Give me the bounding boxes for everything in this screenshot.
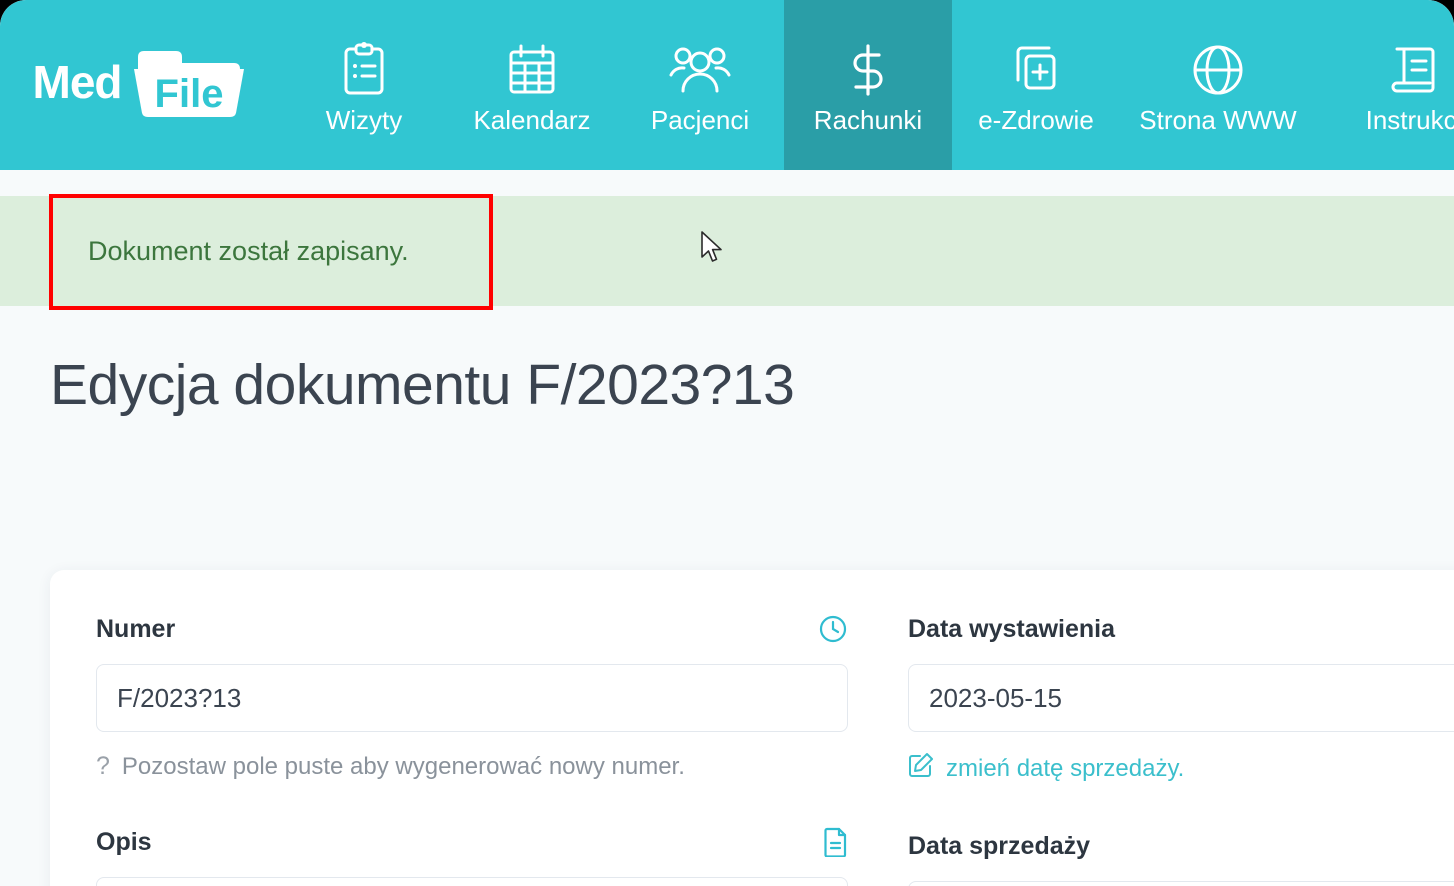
users-icon [669,42,731,98]
field-data-sprzedazy: Data sprzedaży [908,829,1454,886]
field-numer-header: Numer [96,612,848,646]
brand-text-file: File [154,72,223,116]
nav-label: Kalendarz [473,104,591,135]
clipboard-list-icon [341,41,387,98]
numer-hint: ? Pozostaw pole puste aby wygenerować no… [96,752,848,781]
question-mark-icon: ? [96,752,110,780]
globe-icon [1191,42,1245,98]
book-icon [1388,42,1440,98]
nav-label: Wizyty [325,104,403,135]
nav-label: Rachunki [813,104,923,135]
field-label: Data sprzedaży [908,831,1091,860]
brand-logo[interactable]: Med File [0,0,280,170]
field-data-wystawienia: Data wystawienia 2023-05-15 zmień datę s… [908,612,1454,785]
numer-hint-text: Pozostaw pole puste aby wygenerować nowy… [121,752,685,780]
nav-label: Instrukcj [1365,104,1454,135]
form-column-left: Numer F/2023?13 ? Pozostaw pole puste ab… [96,612,848,886]
field-opis-header: Opis [96,825,848,859]
nav-item-rachunki[interactable]: Rachunki [784,0,952,170]
dollar-sign-icon [848,42,888,98]
document-edit-card: Numer F/2023?13 ? Pozostaw pole puste ab… [50,570,1454,886]
opis-input[interactable] [96,877,848,886]
success-alert: Dokument został zapisany. [0,196,1454,306]
field-numer: Numer F/2023?13 ? Pozostaw pole puste ab… [96,612,848,781]
field-label: Data wystawienia [908,614,1116,643]
clock-icon[interactable] [818,614,848,644]
field-data-wystawienia-header: Data wystawienia [908,612,1454,646]
data-wystawienia-input[interactable]: 2023-05-15 [908,664,1454,732]
field-opis: Opis [96,825,848,886]
nav-item-strona-www[interactable]: Strona WWW [1120,0,1316,170]
data-sprzedazy-input[interactable] [908,881,1454,886]
field-label: Numer [96,614,176,643]
nav-item-e-zdrowie[interactable]: e-Zdrowie [952,0,1120,170]
edit-icon [908,752,934,785]
form-grid: Numer F/2023?13 ? Pozostaw pole puste ab… [96,612,1454,886]
top-navigation-bar: Med File Wizyty Kalendarz Pacjenci Rachu… [0,0,1454,170]
nav-item-kalendarz[interactable]: Kalendarz [448,0,616,170]
form-column-right: Data wystawienia 2023-05-15 zmień datę s… [908,612,1454,886]
nav-item-wizyty[interactable]: Wizyty [280,0,448,170]
alert-message: Dokument został zapisany. [88,235,409,266]
document-icon[interactable] [824,827,848,857]
field-data-sprzedazy-header: Data sprzedaży [908,829,1454,863]
numer-input[interactable]: F/2023?13 [96,664,848,732]
nav-item-instrukcje[interactable]: Instrukcj [1316,0,1454,170]
folder-icon: File [130,47,248,117]
field-label: Opis [96,827,152,856]
nav-item-pacjenci[interactable]: Pacjenci [616,0,784,170]
nav-label: e-Zdrowie [978,104,1094,135]
nav-label: Strona WWW [1139,104,1297,135]
document-plus-icon [1009,42,1063,98]
nav-label: Pacjenci [650,104,750,135]
calendar-icon [507,42,557,98]
page-title: Edycja dokumentu F/2023?13 [50,353,795,417]
link-text: zmień datę sprzedaży. [946,754,1185,782]
brand-text-med: Med [32,56,123,108]
zmien-date-sprzedazy-link[interactable]: zmień datę sprzedaży. [908,752,1454,785]
app-window: Med File Wizyty Kalendarz Pacjenci Rachu… [0,0,1454,886]
